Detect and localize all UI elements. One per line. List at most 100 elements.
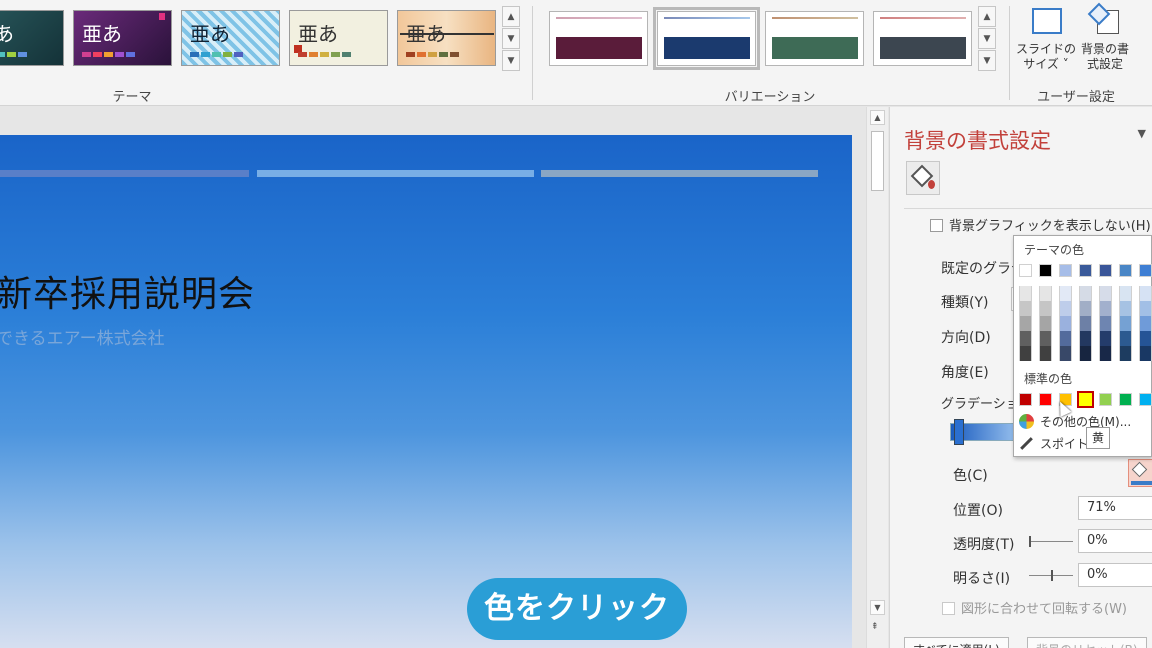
theme-shade-swatch[interactable] — [1079, 286, 1092, 301]
theme-thumb-ion[interactable]: 亜あ — [0, 10, 64, 66]
format-background-button[interactable]: 背景の書 式設定 — [1075, 2, 1135, 82]
theme-shade-swatch[interactable] — [1079, 316, 1092, 331]
theme-shade-swatch[interactable] — [1039, 301, 1052, 316]
theme-shade-swatch[interactable] — [1039, 316, 1052, 331]
theme-shade-swatch[interactable] — [1119, 316, 1132, 331]
theme-shade-swatch[interactable] — [1139, 286, 1152, 301]
theme-color-swatch[interactable] — [1019, 264, 1032, 277]
variation-thumb-2-selected[interactable] — [653, 7, 760, 70]
theme-shade-swatch[interactable] — [1099, 301, 1112, 316]
gallery-more-icon[interactable]: ▼ — [502, 50, 520, 71]
theme-shade-swatch[interactable] — [1079, 331, 1092, 346]
hide-bg-graphics-checkbox[interactable] — [930, 219, 943, 232]
transparency-slider[interactable] — [1029, 536, 1073, 547]
theme-shade-swatch[interactable] — [1059, 331, 1072, 346]
slide-canvas[interactable]: 新卒採用説明会 できるエアー株式会社 — [0, 135, 852, 648]
slide-vertical-scrollbar[interactable]: ▲ ▼ ⇞ — [866, 107, 888, 648]
variation-gallery-scroll[interactable]: ▲ ▼ ▼ — [978, 6, 996, 72]
standard-color-swatch[interactable] — [1039, 393, 1052, 406]
theme-shade-swatch[interactable] — [1019, 316, 1032, 331]
theme-thumb-wood[interactable]: 亜あ — [397, 10, 496, 66]
standard-color-swatch[interactable] — [1139, 393, 1152, 406]
position-input[interactable]: 71% — [1078, 496, 1152, 520]
pane-options-icon[interactable]: ▼ — [1138, 127, 1146, 140]
theme-shade-swatch[interactable] — [1019, 331, 1032, 346]
rotate-with-shape-option[interactable]: 図形に合わせて回転する(W) — [942, 598, 1127, 617]
pane-title: 背景の書式設定 — [904, 129, 1051, 153]
theme-thumb-pattern[interactable]: 亜あ — [181, 10, 280, 66]
standard-colors-heading: 標準の色 — [1024, 372, 1073, 386]
gallery-more-icon[interactable]: ▼ — [978, 50, 996, 71]
brightness-slider[interactable] — [1029, 570, 1073, 581]
hide-bg-graphics-option[interactable]: 背景グラフィックを表示しない(H) — [930, 215, 1151, 234]
standard-color-swatch[interactable] — [1099, 393, 1112, 406]
theme-shade-swatch[interactable] — [1059, 301, 1072, 316]
theme-shade-swatch[interactable] — [1019, 301, 1032, 316]
theme-shade-swatch[interactable] — [1099, 316, 1112, 331]
theme-shade-swatch[interactable] — [1059, 346, 1072, 361]
color-tooltip: 黄 — [1086, 427, 1110, 449]
standard-color-swatch-selected[interactable] — [1076, 390, 1095, 409]
theme-shade-swatch[interactable] — [1119, 301, 1132, 316]
scroll-down-icon[interactable]: ▼ — [870, 600, 885, 615]
fill-tab[interactable] — [906, 161, 940, 195]
standard-color-swatch[interactable] — [1019, 393, 1032, 406]
theme-shade-swatch[interactable] — [1139, 301, 1152, 316]
eyedropper-item[interactable]: スポイト — [1019, 435, 1088, 452]
theme-shade-swatch[interactable] — [1019, 346, 1032, 361]
format-background-label: 背景の書 — [1080, 42, 1129, 56]
theme-shade-swatch[interactable] — [1139, 331, 1152, 346]
theme-shade-swatch[interactable] — [1039, 331, 1052, 346]
slide-size-button[interactable]: スライドの サイズ ˅ — [1016, 4, 1076, 82]
theme-shade-swatch[interactable] — [1019, 286, 1032, 301]
variation-thumb-1[interactable] — [549, 11, 648, 66]
theme-shade-swatch[interactable] — [1119, 331, 1132, 346]
apply-to-all-button[interactable]: すべてに適用(L) — [904, 637, 1009, 648]
theme-color-swatch[interactable] — [1139, 264, 1152, 277]
theme-shade-swatch[interactable] — [1099, 346, 1112, 361]
theme-color-swatch[interactable] — [1059, 264, 1072, 277]
gallery-up-icon[interactable]: ▲ — [978, 6, 996, 27]
theme-shade-swatch[interactable] — [1059, 286, 1072, 301]
theme-shade-swatch[interactable] — [1139, 346, 1152, 361]
group-label-themes: テーマ — [112, 90, 152, 105]
rotate-with-shape-checkbox[interactable] — [942, 602, 955, 615]
gallery-down-icon[interactable]: ▼ — [978, 28, 996, 49]
reset-background-button[interactable]: 背景のリセット(B) — [1027, 637, 1147, 648]
transparency-input[interactable]: 0% — [1078, 529, 1152, 553]
theme-shade-swatch[interactable] — [1079, 301, 1092, 316]
theme-shade-swatch[interactable] — [1099, 286, 1112, 301]
theme-shade-swatch[interactable] — [1059, 316, 1072, 331]
group-divider — [1009, 6, 1010, 100]
scroll-up-icon[interactable]: ▲ — [870, 110, 885, 125]
gallery-down-icon[interactable]: ▼ — [502, 28, 520, 49]
theme-shade-swatch[interactable] — [1119, 286, 1132, 301]
theme-shade-swatch[interactable] — [1039, 346, 1052, 361]
theme-color-swatch[interactable] — [1099, 264, 1112, 277]
variation-thumb-3[interactable] — [765, 11, 864, 66]
variation-thumb-4[interactable] — [873, 11, 972, 66]
standard-color-swatch[interactable] — [1119, 393, 1132, 406]
theme-thumb-purple[interactable]: 亜あ — [73, 10, 172, 66]
color-picker-button[interactable] — [1128, 459, 1152, 487]
theme-color-swatch[interactable] — [1079, 264, 1092, 277]
theme-shade-swatch[interactable] — [1119, 346, 1132, 361]
fill-color-icon — [1131, 461, 1148, 478]
theme-shade-swatch[interactable] — [1039, 286, 1052, 301]
theme-gallery-scroll[interactable]: ▲ ▼ ▼ — [502, 6, 520, 72]
gradient-stop-handle[interactable] — [954, 419, 964, 445]
theme-thumb-retro[interactable]: 亜あ — [289, 10, 388, 66]
theme-shade-swatch[interactable] — [1079, 346, 1092, 361]
slide-title[interactable]: 新卒採用説明会 — [0, 265, 255, 317]
gallery-up-icon[interactable]: ▲ — [502, 6, 520, 27]
slide-subtitle[interactable]: できるエアー株式会社 — [0, 324, 165, 349]
direction-label: 方向(D) — [941, 330, 991, 346]
theme-shade-swatch[interactable] — [1099, 331, 1112, 346]
more-colors-item[interactable]: その他の色(M)... — [1019, 413, 1131, 430]
theme-color-swatch[interactable] — [1119, 264, 1132, 277]
theme-shade-swatch[interactable] — [1139, 316, 1152, 331]
brightness-input[interactable]: 0% — [1078, 563, 1152, 587]
prev-slide-icon[interactable]: ⇞ — [871, 622, 879, 632]
scrollbar-thumb[interactable] — [871, 131, 884, 191]
theme-color-swatch[interactable] — [1039, 264, 1052, 277]
